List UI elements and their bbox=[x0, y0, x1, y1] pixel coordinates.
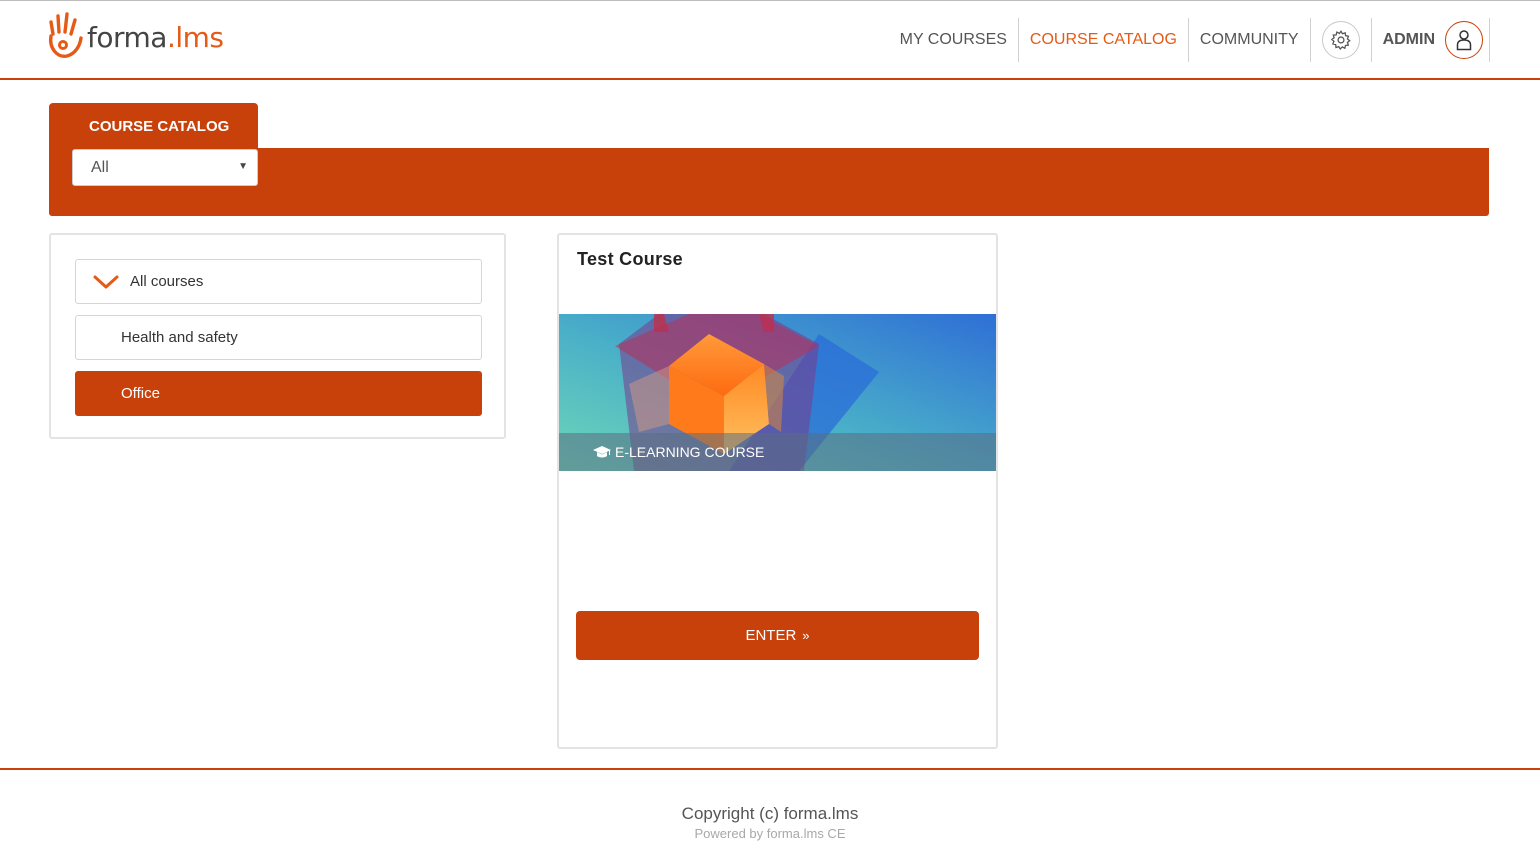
nav-my-courses[interactable]: MY COURSES bbox=[889, 18, 1019, 62]
gear-icon bbox=[1330, 30, 1351, 50]
catalog-filter-value: All bbox=[91, 159, 109, 176]
settings-button[interactable] bbox=[1311, 18, 1372, 62]
enter-button-label: ENTER bbox=[745, 627, 797, 644]
nav-community[interactable]: COMMUNITY bbox=[1189, 18, 1311, 62]
logo-text-main: forma bbox=[87, 20, 167, 54]
category-office[interactable]: Office bbox=[75, 371, 482, 416]
user-menu-button[interactable] bbox=[1441, 18, 1490, 62]
caret-down-icon: ▼ bbox=[238, 161, 248, 172]
course-title[interactable]: Test Course bbox=[577, 249, 683, 270]
settings-circle bbox=[1321, 21, 1360, 59]
avatar bbox=[1445, 21, 1483, 59]
double-chevron-right-icon: » bbox=[802, 628, 810, 643]
user-name[interactable]: ADMIN bbox=[1372, 18, 1441, 62]
category-panel: All courses Health and safety Office bbox=[49, 233, 506, 439]
graduation-cap-icon bbox=[593, 446, 611, 458]
course-type-label: E-LEARNING COURSE bbox=[615, 444, 765, 460]
category-label: Office bbox=[121, 385, 160, 402]
category-label: All courses bbox=[130, 273, 204, 290]
hand-logo-icon bbox=[49, 12, 83, 58]
logo-text-accent: .lms bbox=[166, 20, 224, 54]
powered-by-text: Powered by forma.lms CE bbox=[694, 826, 846, 841]
category-health-and-safety[interactable]: Health and safety bbox=[75, 315, 482, 360]
course-thumbnail[interactable]: E-LEARNING COURSE bbox=[559, 314, 996, 471]
course-type-strip: E-LEARNING COURSE bbox=[559, 433, 996, 471]
user-icon bbox=[1456, 30, 1472, 51]
enter-course-button[interactable]: ENTER » bbox=[576, 611, 979, 660]
course-card: Test Course E-LEARNING COURSE ENTER » bbox=[557, 233, 998, 749]
copyright-text: Copyright (c) forma.lms bbox=[681, 804, 859, 823]
catalog-filter-select[interactable]: All ▼ bbox=[72, 149, 258, 186]
chevron-down-icon bbox=[93, 275, 119, 288]
category-all-courses[interactable]: All courses bbox=[75, 259, 482, 304]
catalog-filter-bar bbox=[49, 148, 1489, 216]
category-label: Health and safety bbox=[121, 329, 238, 346]
forma-logo[interactable]: forma.lms bbox=[47, 11, 224, 63]
top-header: forma.lms MY COURSES COURSE CATALOG COMM… bbox=[0, 1, 1540, 80]
main-nav: MY COURSES COURSE CATALOG COMMUNITY ADMI… bbox=[889, 18, 1490, 62]
logo-text: forma.lms bbox=[87, 21, 224, 54]
page-footer: Copyright (c) forma.lms Powered by forma… bbox=[0, 768, 1540, 865]
catalog-tab: COURSE CATALOG bbox=[49, 103, 258, 149]
nav-course-catalog[interactable]: COURSE CATALOG bbox=[1019, 18, 1189, 62]
